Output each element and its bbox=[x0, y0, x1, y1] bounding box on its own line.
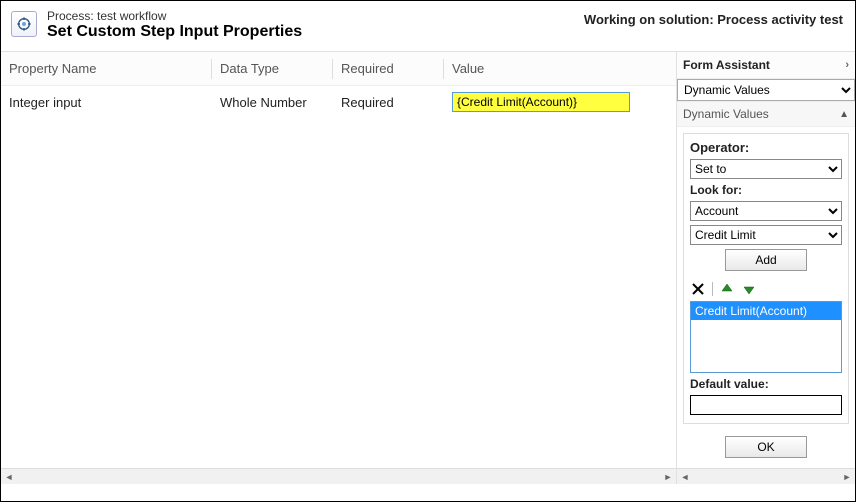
separator bbox=[712, 282, 713, 296]
header-left: Process: test workflow Set Custom Step I… bbox=[11, 9, 302, 41]
solution-name: Process activity test bbox=[717, 12, 843, 27]
content-area: Property Name Data Type Required Value I… bbox=[1, 52, 855, 484]
scroll-right-icon[interactable]: ► bbox=[660, 469, 676, 485]
list-item[interactable]: Credit Limit(Account) bbox=[691, 302, 841, 320]
lookfor-field-select[interactable]: Credit Limit bbox=[690, 225, 842, 245]
ok-button[interactable]: OK bbox=[725, 436, 807, 458]
value-input[interactable] bbox=[452, 92, 630, 112]
scroll-right-icon[interactable]: ► bbox=[839, 469, 855, 485]
default-value-label: Default value: bbox=[690, 377, 842, 391]
process-prefix: Process: bbox=[47, 9, 97, 23]
process-icon bbox=[11, 11, 37, 37]
grid-header: Property Name Data Type Required Value bbox=[1, 52, 676, 86]
process-breadcrumb: Process: test workflow bbox=[47, 9, 302, 23]
horizontal-scrollbar[interactable]: ◄ ► bbox=[677, 468, 855, 484]
lookfor-label: Look for: bbox=[690, 183, 842, 197]
horizontal-scrollbar[interactable]: ◄ ► bbox=[1, 468, 676, 484]
move-up-icon[interactable] bbox=[719, 281, 735, 297]
operator-select[interactable]: Set to bbox=[690, 159, 842, 179]
selected-fields-list[interactable]: Credit Limit(Account) bbox=[690, 301, 842, 373]
col-header-value[interactable]: Value bbox=[444, 61, 676, 76]
chevron-up-icon[interactable]: ▲ bbox=[839, 109, 849, 120]
form-assistant-title: Form Assistant bbox=[683, 58, 770, 72]
add-button[interactable]: Add bbox=[725, 249, 807, 271]
scroll-left-icon[interactable]: ◄ bbox=[677, 469, 693, 485]
move-down-icon[interactable] bbox=[741, 281, 757, 297]
process-name: test workflow bbox=[97, 9, 166, 23]
cell-value bbox=[444, 92, 676, 112]
lookfor-entity-select[interactable]: Account bbox=[690, 201, 842, 221]
chevron-right-icon[interactable]: › bbox=[845, 59, 849, 71]
scroll-left-icon[interactable]: ◄ bbox=[1, 469, 17, 485]
list-toolbar bbox=[690, 281, 842, 297]
cell-required: Required bbox=[333, 95, 443, 110]
table-row: Integer input Whole Number Required bbox=[1, 86, 676, 118]
form-assistant-pane: Form Assistant › Dynamic Values Dynamic … bbox=[677, 52, 855, 484]
delete-icon[interactable] bbox=[690, 281, 706, 297]
cell-data-type: Whole Number bbox=[212, 95, 332, 110]
col-header-data-type[interactable]: Data Type bbox=[212, 61, 332, 76]
page-title: Set Custom Step Input Properties bbox=[47, 23, 302, 41]
solution-label: Working on solution: Process activity te… bbox=[584, 9, 843, 41]
cell-property-name: Integer input bbox=[1, 95, 211, 110]
col-header-required[interactable]: Required bbox=[333, 61, 443, 76]
dynamic-values-panel: Operator: Set to Look for: Account Credi… bbox=[683, 133, 849, 424]
solution-prefix: Working on solution: bbox=[584, 12, 717, 27]
main-pane: Property Name Data Type Required Value I… bbox=[1, 52, 677, 484]
col-header-property-name[interactable]: Property Name bbox=[1, 61, 211, 76]
dynamic-values-section-header[interactable]: Dynamic Values ▲ bbox=[677, 102, 855, 127]
mode-select[interactable]: Dynamic Values bbox=[677, 79, 855, 101]
page-header: Process: test workflow Set Custom Step I… bbox=[1, 1, 855, 52]
operator-label: Operator: bbox=[690, 140, 842, 155]
form-assistant-header[interactable]: Form Assistant › bbox=[677, 52, 855, 79]
dynamic-values-label: Dynamic Values bbox=[683, 107, 769, 121]
default-value-input[interactable] bbox=[690, 395, 842, 415]
